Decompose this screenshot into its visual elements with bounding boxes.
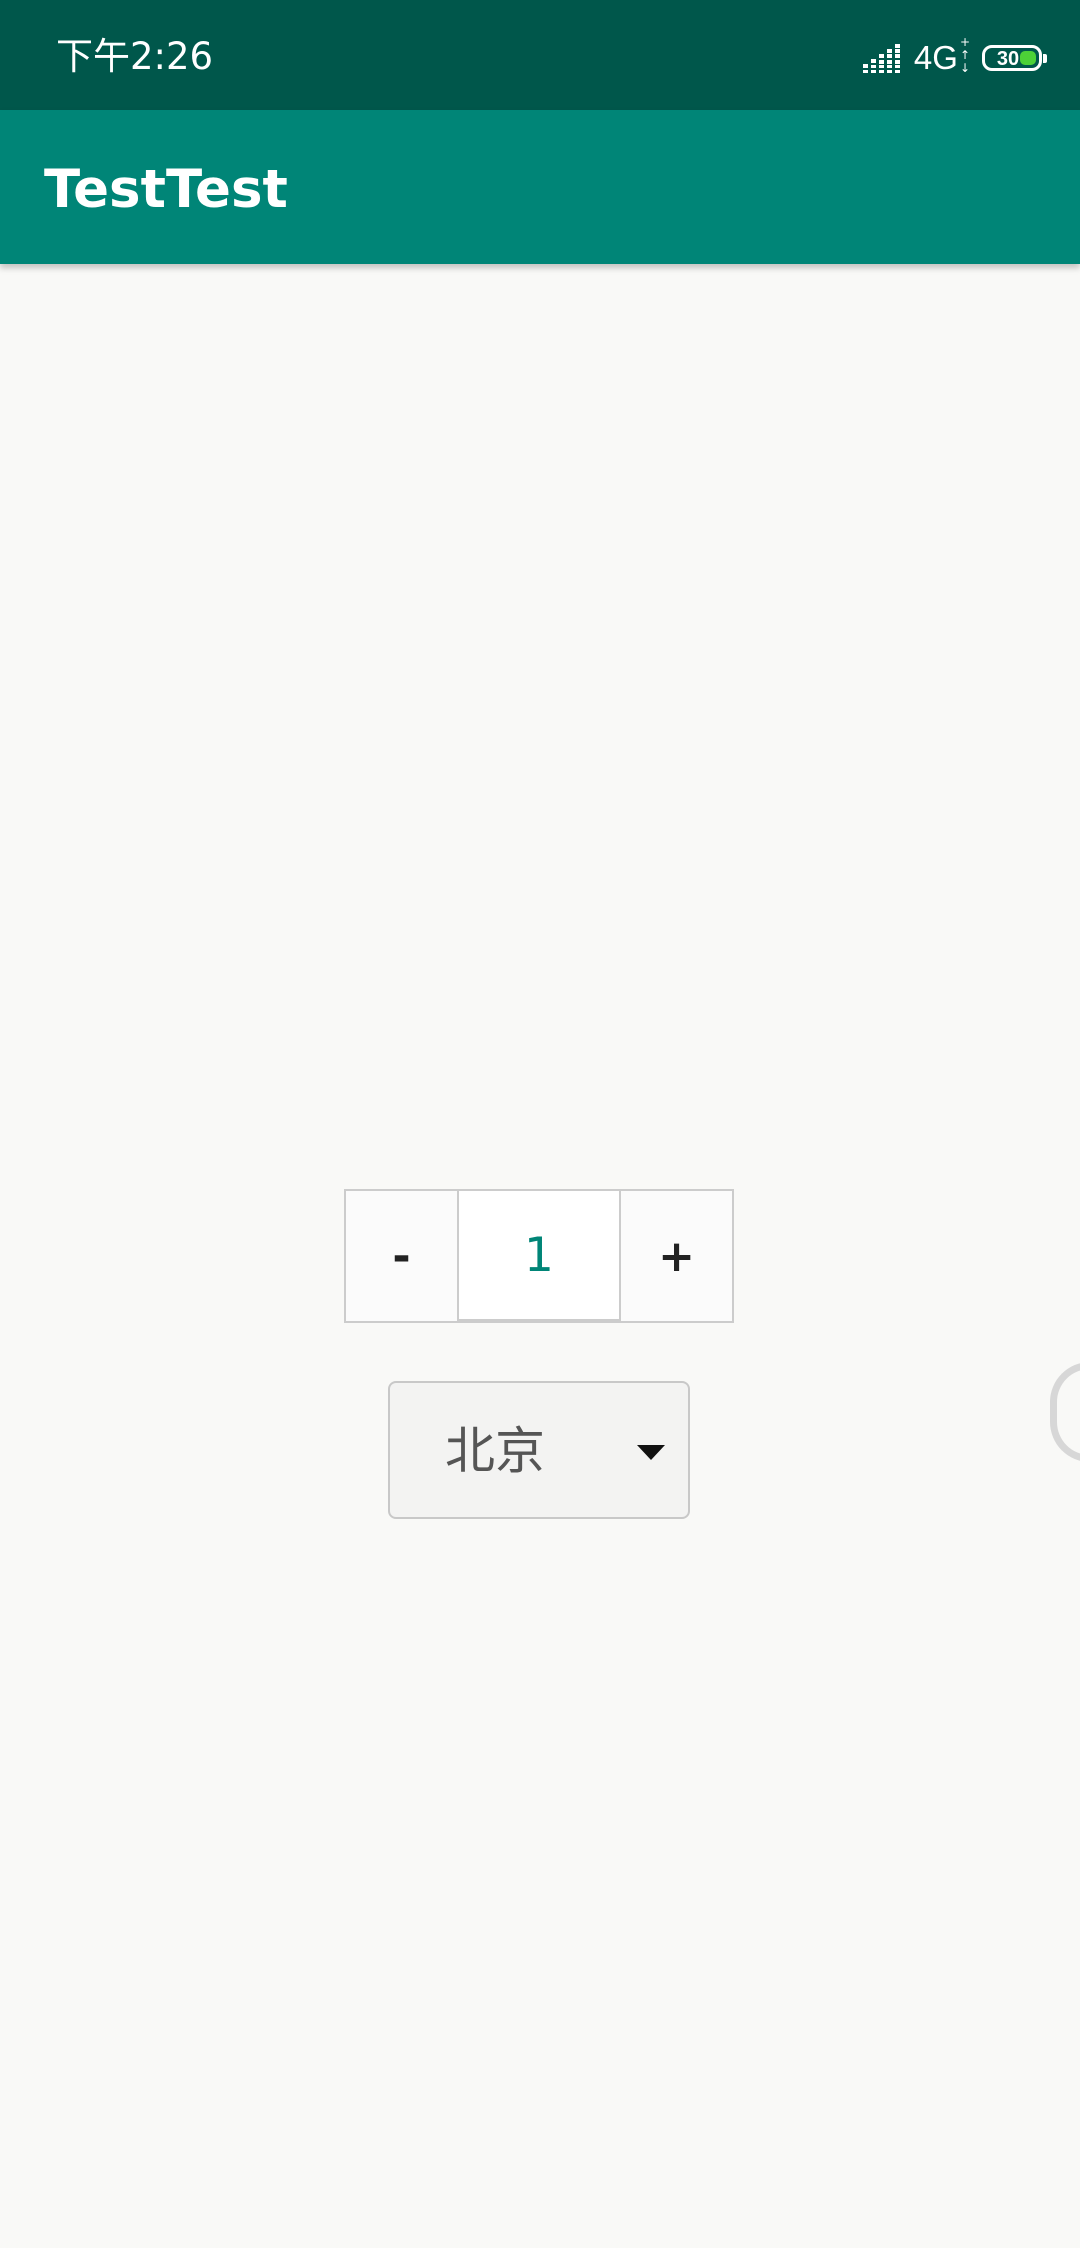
increment-button[interactable]: + bbox=[621, 1191, 732, 1321]
battery-icon: 30 bbox=[982, 45, 1047, 71]
city-spinner[interactable]: 北京 bbox=[388, 1381, 690, 1519]
data-up-arrow-icon: ↑ bbox=[959, 47, 970, 62]
network-plus-mark: + bbox=[959, 34, 970, 49]
data-down-arrow-icon: ↓ bbox=[959, 60, 970, 75]
status-time: 下午2:26 bbox=[56, 35, 214, 78]
app-bar: TestTest bbox=[0, 110, 1080, 264]
status-bar: 下午2:26 4G + ↑ ↓ 30 bbox=[0, 0, 1080, 110]
quantity-value[interactable]: 1 bbox=[457, 1189, 621, 1321]
app-title: TestTest bbox=[44, 159, 288, 220]
battery-cap bbox=[1043, 54, 1047, 63]
battery-level: 30 bbox=[996, 48, 1020, 70]
data-activity-icon: + ↑ ↓ bbox=[959, 34, 970, 75]
edge-gesture-handle-icon[interactable] bbox=[1050, 1362, 1080, 1462]
status-icons: 4G + ↑ ↓ 30 bbox=[862, 34, 1047, 80]
signal-strength-icon bbox=[862, 44, 900, 73]
decrement-button[interactable]: - bbox=[346, 1191, 457, 1321]
city-selected-value: 北京 bbox=[445, 1422, 545, 1480]
quantity-stepper: - 1 + bbox=[344, 1189, 734, 1323]
network-type-label: 4G bbox=[913, 39, 958, 76]
dropdown-triangle-icon bbox=[637, 1445, 665, 1460]
